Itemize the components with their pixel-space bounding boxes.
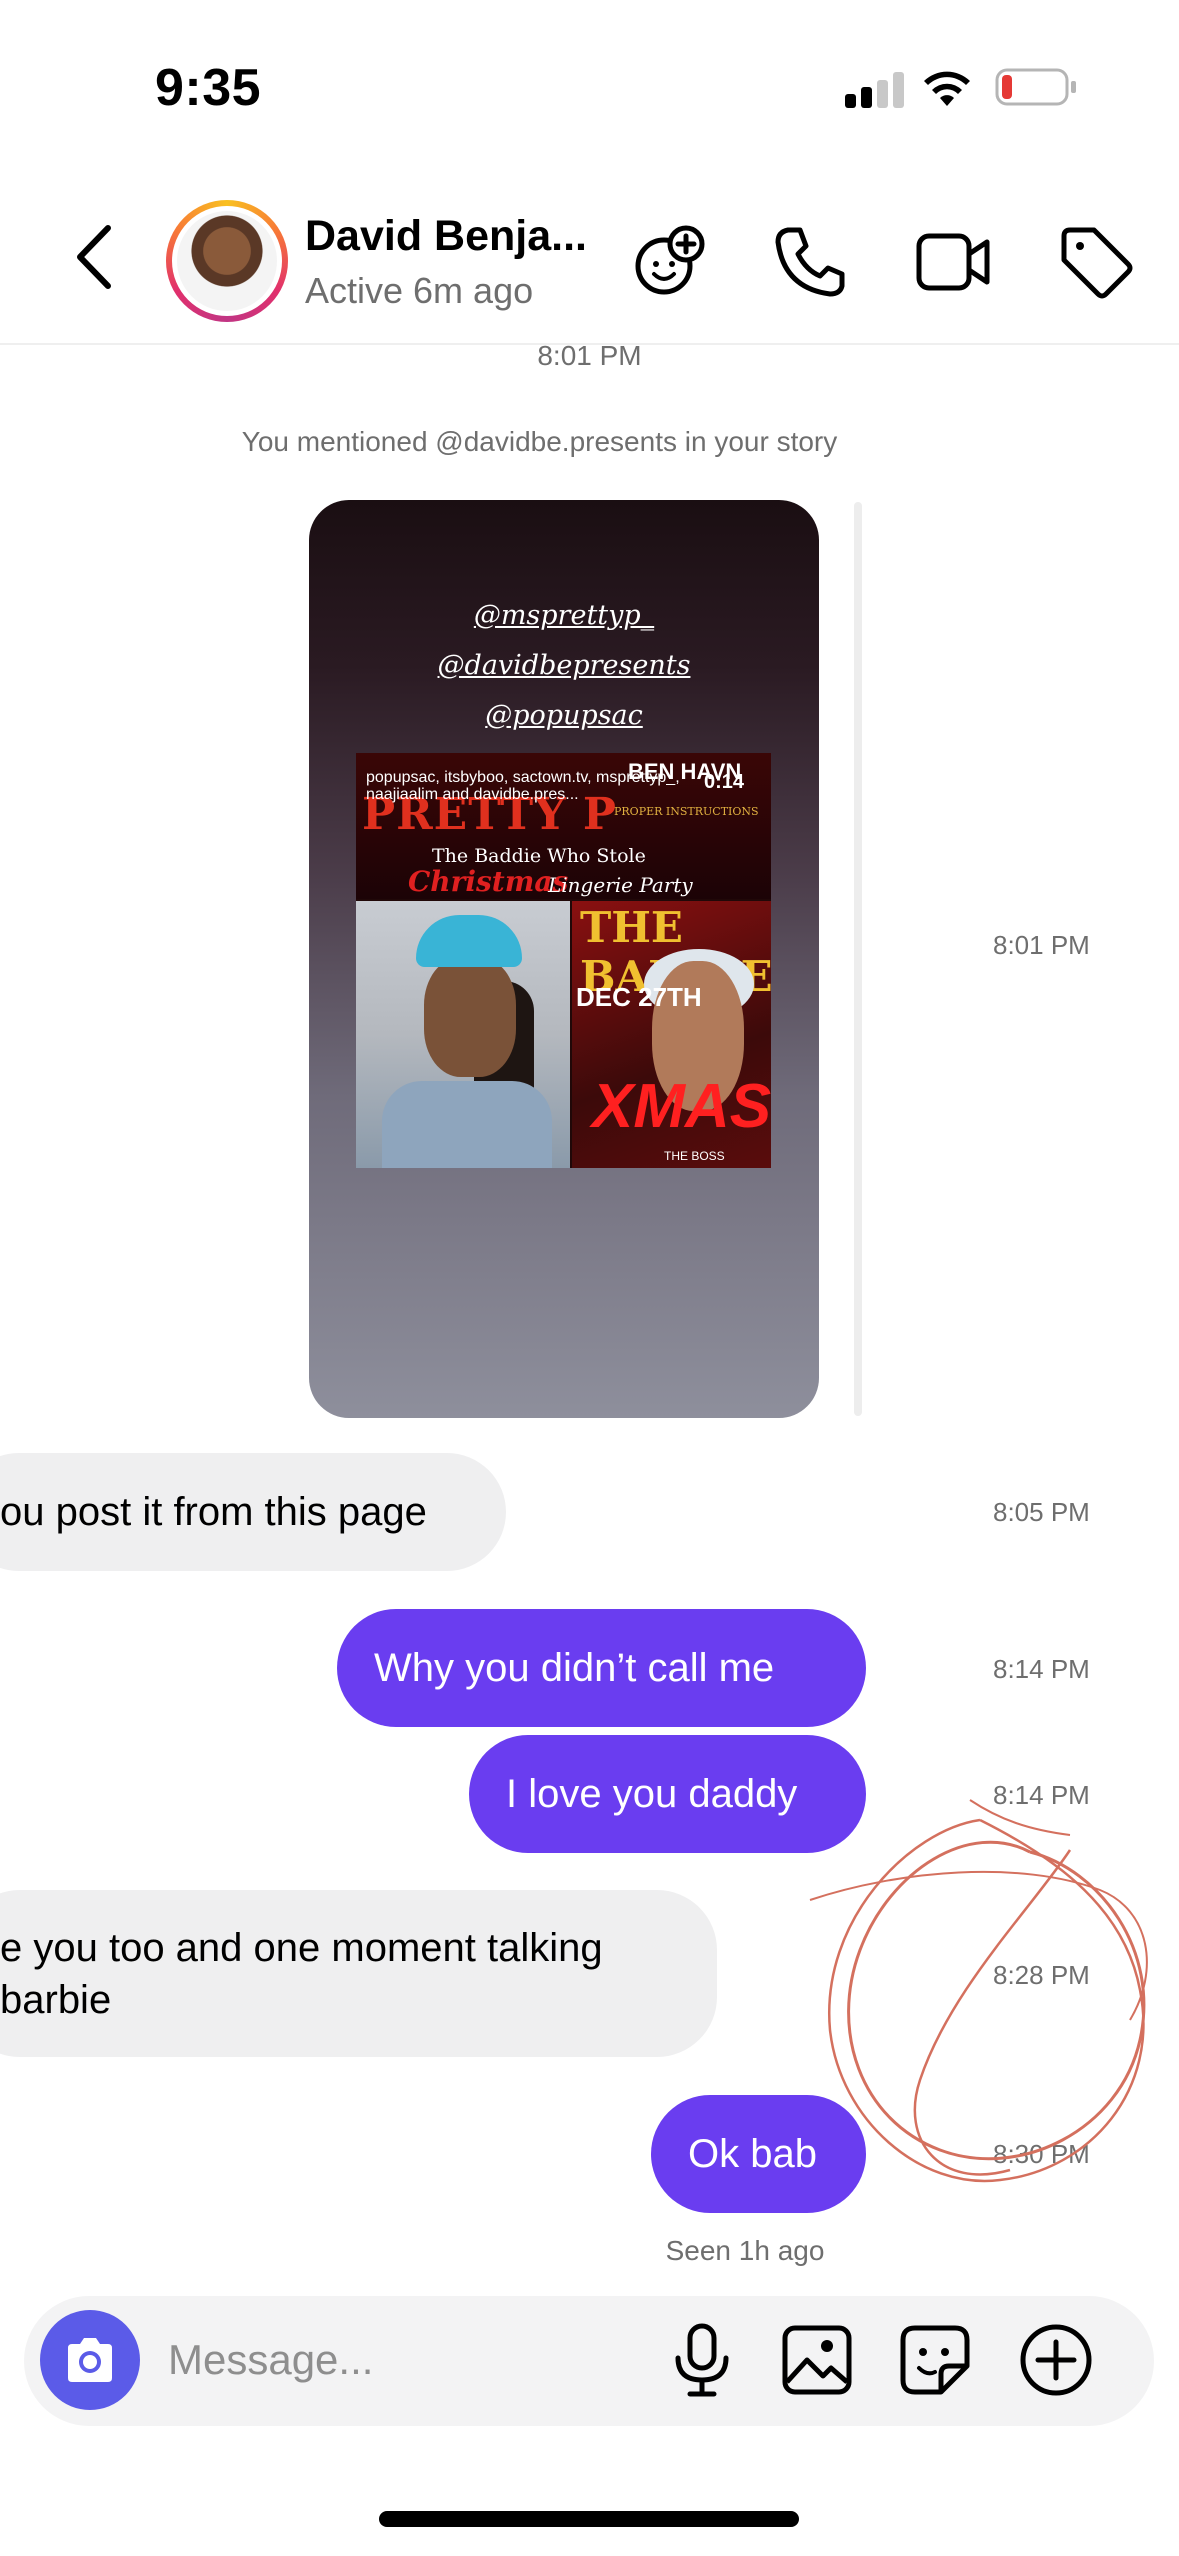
message-text: e you too and one moment talking barbie	[0, 1922, 603, 2026]
story-mention-notice: You mentioned @davidbe.presents in your …	[241, 426, 838, 457]
message-timestamp: 8:05 PM	[993, 1497, 1090, 1527]
wifi-icon	[924, 71, 970, 106]
message-timestamp: 8:28 PM	[993, 1960, 1090, 1990]
story-mention-2: @davidbepresents	[437, 650, 691, 681]
home-indicator[interactable]	[379, 2511, 799, 2527]
contact-active-status: Active 6m ago	[305, 270, 534, 311]
flyer-christmas: Christmas	[408, 865, 569, 898]
flyer-right-date: DEC 27TH	[576, 982, 702, 1012]
story-media: PRETTY P BEN HAVN PROPER INSTRUCTIONS po…	[356, 753, 771, 1168]
flyer-right-xmas: XMAS	[592, 1072, 771, 1141]
story-mention-1: @msprettyp_	[473, 600, 655, 631]
story-duration: 0:14	[704, 771, 745, 793]
message-text-line-2: barbie	[0, 1977, 112, 2022]
top-timestamp: 8:01 PM	[537, 340, 642, 371]
cellular-signal-icon	[845, 72, 905, 108]
message-timestamp: 8:30 PM	[993, 2139, 1090, 2169]
gallery-icon[interactable]	[777, 2320, 857, 2400]
sticker-icon[interactable]	[895, 2320, 975, 2400]
camera-button[interactable]	[40, 2310, 140, 2410]
incoming-message-bubble[interactable]: e you too and one moment talking barbie	[0, 1890, 717, 2057]
seen-status: Seen 1h ago	[665, 2235, 825, 2266]
effects-icon[interactable]	[630, 222, 710, 302]
back-chevron-icon[interactable]	[70, 222, 118, 292]
flyer-header: PRETTY P BEN HAVN PROPER INSTRUCTIONS po…	[356, 753, 771, 899]
incoming-message-bubble[interactable]: ou post it from this page	[0, 1453, 506, 1571]
flyer-subtitle: PROPER INSTRUCTIONS	[614, 805, 759, 818]
battery-icon	[995, 68, 1076, 106]
contact-name[interactable]: David Benja...	[305, 212, 635, 261]
contact-avatar[interactable]	[177, 211, 277, 311]
message-text: I love you daddy	[506, 1771, 798, 1816]
flyer-right-footer: THE BOSS	[664, 1149, 725, 1163]
phone-icon[interactable]	[770, 222, 850, 302]
add-icon[interactable]	[1016, 2320, 1096, 2400]
story-photo-flyer: THE BADDIES DEC 27TH XMAS THE BOSS	[572, 901, 771, 1168]
story-mention-3: @popupsac	[485, 700, 643, 731]
message-text-line-1: e you too and one moment talking	[0, 1925, 603, 1970]
message-timestamp: 8:14 PM	[993, 1780, 1090, 1810]
message-text: Why you didn’t call me	[374, 1645, 775, 1690]
outgoing-message-bubble[interactable]: Why you didn’t call me	[337, 1609, 866, 1727]
dm-thread-screen: 9:35 David Benja... Active 6m ago 8:01 P…	[0, 0, 1179, 2556]
message-timestamp: 8:14 PM	[993, 1654, 1090, 1684]
message-input[interactable]	[168, 2325, 628, 2395]
story-reply-bar	[854, 502, 862, 1416]
message-text: Ok bab	[688, 2131, 817, 2176]
flyer-party: Lingerie Party	[548, 873, 693, 897]
message-text: ou post it from this page	[0, 1489, 427, 1534]
tag-icon[interactable]	[1056, 222, 1136, 302]
microphone-icon[interactable]	[662, 2320, 742, 2400]
message-timestamp: 8:01 PM	[993, 930, 1090, 960]
story-overlay-text: popupsac, itsbyboo, sactown.tv, mspretty…	[366, 769, 680, 803]
outgoing-message-bubble[interactable]: Ok bab	[651, 2095, 866, 2213]
story-photo-selfie	[356, 901, 570, 1168]
camera-icon	[68, 2338, 112, 2382]
video-call-icon[interactable]	[913, 222, 993, 302]
status-time: 9:35	[155, 59, 262, 117]
story-reply-card[interactable]: @msprettyp_ @davidbepresents @popupsac P…	[309, 500, 819, 1418]
flyer-tagline: The Baddie Who Stole	[432, 845, 646, 867]
outgoing-message-bubble[interactable]: I love you daddy	[469, 1735, 866, 1853]
